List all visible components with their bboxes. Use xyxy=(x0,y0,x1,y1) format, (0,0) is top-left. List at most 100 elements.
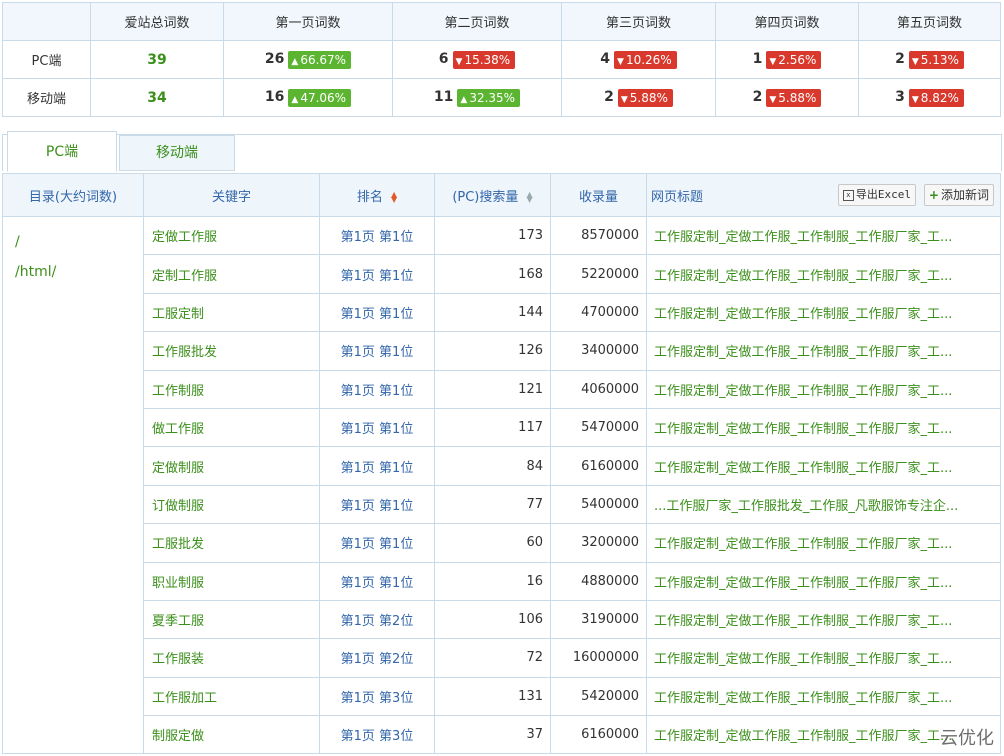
summary-header-row: 爱站总词数 第一页词数 第二页词数 第三页词数 第四页词数 第五页词数 xyxy=(2,2,1001,41)
summary-header-blank xyxy=(2,2,91,41)
table-row: 定做制服 第1页 第1位 84 6160000 工作服定制_定做工作服_工作制服_工作服… xyxy=(3,446,1001,486)
percent-value: 5.88% xyxy=(629,90,668,105)
title-cell[interactable]: 工作服定制_定做工作服_工作制服_工作服厂家_工... xyxy=(646,407,1001,448)
summary-page-cell: 6 ▼ 15.38% xyxy=(392,40,562,79)
rank-cell: 第1页 第1位 xyxy=(319,561,435,601)
summary-row: PC端 39 26 ▲ 66.67% 6 ▼ 15.38% 4 ▼ 10.26% 1 ▼ 2.56% 2 ▼ 5… xyxy=(2,40,1001,79)
indexed-cell: 3200000 xyxy=(550,523,647,563)
title-cell[interactable]: 工作服定制_定做工作服_工作制服_工作服厂家_工... xyxy=(646,638,1001,678)
keyword-cell[interactable]: 做工作服 xyxy=(143,407,320,448)
keyword-cell[interactable]: 工作服批发 xyxy=(143,331,320,371)
percent-badge: ▲ 66.67% xyxy=(288,50,352,69)
title-cell[interactable]: 工作服定制_定做工作服_工作制服_工作服厂家_工... xyxy=(646,254,1001,294)
indexed-cell: 5470000 xyxy=(550,407,647,448)
sort-icon[interactable]: ▲ ▼ xyxy=(527,191,533,204)
title-cell[interactable]: 工作服定制_定做工作服_工作制服_工作服厂家_工... xyxy=(646,599,1001,640)
title-cell[interactable]: 工作服定制_定做工作服_工作制服_工作服厂家_工... xyxy=(646,292,1001,333)
directory-link[interactable]: / xyxy=(3,227,143,257)
keyword-cell[interactable]: 定制工作服 xyxy=(143,254,320,294)
keyword-cell[interactable]: 定做制服 xyxy=(143,446,320,486)
table-row: 工作服加工 第1页 第3位 131 5420000 工作服定制_定做工作服_工作制服_工… xyxy=(3,676,1001,717)
percent-badge: ▼ 2.56% xyxy=(766,50,822,69)
volume-cell: 72 xyxy=(434,638,551,678)
arrow-down-icon: ▼ xyxy=(911,94,919,105)
indexed-cell: 8570000 xyxy=(550,215,647,256)
rank-cell: 第1页 第1位 xyxy=(319,523,435,563)
page-count: 6 xyxy=(438,51,449,67)
directory-link[interactable]: /html/ xyxy=(3,257,143,287)
keyword-cell[interactable]: 职业制服 xyxy=(143,561,320,601)
percent-value: 5.13% xyxy=(920,52,959,67)
keyword-cell[interactable]: 夏季工服 xyxy=(143,599,320,640)
keyword-cell[interactable]: 定做工作服 xyxy=(143,215,320,256)
title-cell[interactable]: 工作服定制_定做工作服_工作制服_工作服厂家_工... xyxy=(646,446,1001,486)
percent-badge: ▼ 5.88% xyxy=(617,88,673,107)
table-row: 工作制服 第1页 第1位 121 4060000 工作服定制_定做工作服_工作制服_工作… xyxy=(3,369,1001,409)
sort-icon[interactable]: ▲ ▼ xyxy=(391,191,397,204)
device-tabs: PC端 移动端 xyxy=(2,131,1002,172)
summary-header-page2: 第二页词数 xyxy=(392,2,562,41)
volume-cell: 168 xyxy=(434,254,551,294)
title-cell[interactable]: 工作服定制_定做工作服_工作制服_工作服厂家_工... xyxy=(646,676,1001,717)
keyword-cell[interactable]: 工作服装 xyxy=(143,638,320,678)
percent-badge: ▼ 10.26% xyxy=(614,50,677,69)
export-excel-button[interactable]: x 导出Excel xyxy=(837,184,916,206)
indexed-cell: 4880000 xyxy=(550,561,647,601)
indexed-cell: 5220000 xyxy=(550,254,647,294)
add-keyword-button[interactable]: + 添加新词 xyxy=(923,184,994,206)
arrow-down-icon: ▼ xyxy=(617,56,624,67)
title-cell[interactable]: 工作服定制_定做工作服_工作制服_工作服厂家_工... xyxy=(646,523,1001,563)
table-row: //html/定做工作服 第1页 第1位 173 8570000 工作服定制_定做工作服… xyxy=(2,215,1001,755)
summary-table: 爱站总词数 第一页词数 第二页词数 第三页词数 第四页词数 第五页词数 PC端 3… xyxy=(2,2,1001,117)
title-cell[interactable]: 工作服定制_定做工作服_工作制服_工作服厂家_工... xyxy=(646,331,1001,371)
page-count: 11 xyxy=(433,89,454,105)
title-cell[interactable]: 工作服定制_定做工作服_工作制服_工作服厂家_工... xyxy=(646,561,1001,601)
tab-mobile[interactable]: 移动端 xyxy=(119,135,235,171)
keyword-cell[interactable]: 工作制服 xyxy=(143,369,320,409)
summary-page-cell: 2 ▼ 5.88% xyxy=(561,78,716,117)
indexed-cell: 6160000 xyxy=(550,715,647,755)
page-count: 2 xyxy=(895,51,905,67)
header-title: 网页标题 x 导出Excel + 添加新词 xyxy=(646,173,1001,217)
volume-cell: 117 xyxy=(434,407,551,448)
keyword-table: 目录(大约词数) 关键字 排名 ▲ ▼ (PC)搜索量 ▲ ▼ 收录量 网页标题 x… xyxy=(2,173,1001,755)
summary-row-label: PC端 xyxy=(2,40,91,79)
keyword-cell[interactable]: 工服定制 xyxy=(143,292,320,333)
percent-value: 66.67% xyxy=(300,52,347,67)
table-row: 工作服装 第1页 第2位 72 16000000 工作服定制_定做工作服_工作制服_工作… xyxy=(3,638,1001,678)
volume-cell: 60 xyxy=(434,523,551,563)
volume-cell: 77 xyxy=(434,484,551,525)
arrow-up-icon: ▲ xyxy=(291,94,299,105)
arrow-down-icon: ▼ xyxy=(769,56,777,67)
arrow-down-icon: ▼ xyxy=(769,94,777,105)
page-count: 26 xyxy=(264,51,285,67)
page-count: 1 xyxy=(752,51,763,67)
header-volume-label: (PC)搜索量 xyxy=(452,189,519,205)
title-cell[interactable]: 工作服定制_定做工作服_工作制服_工作服厂家_工... xyxy=(646,369,1001,409)
percent-badge: ▼ 5.88% xyxy=(766,88,822,107)
title-cell[interactable]: ...工作服厂家_工作服批发_工作服_凡歌服饰专注企... xyxy=(646,484,1001,525)
keyword-cell[interactable]: 订做制服 xyxy=(143,484,320,525)
title-cell[interactable]: 工作服定制_定做工作服_工作制服_工作服厂家_工... xyxy=(646,215,1001,256)
arrow-down-icon: ▼ xyxy=(620,94,628,105)
keyword-cell[interactable]: 工作服加工 xyxy=(143,676,320,717)
keyword-cell[interactable]: 制服定做 xyxy=(143,715,320,755)
table-row: 夏季工服 第1页 第2位 106 3190000 工作服定制_定做工作服_工作制服_工作… xyxy=(3,599,1001,640)
summary-row: 移动端 34 16 ▲ 47.06% 11 ▲ 32.35% 2 ▼ 5.88% 2 ▼ 5.88% 3 ▼ 8… xyxy=(2,78,1001,117)
header-rank[interactable]: 排名 ▲ ▼ xyxy=(319,173,435,217)
volume-cell: 126 xyxy=(434,331,551,371)
percent-value: 8.82% xyxy=(920,90,959,105)
indexed-cell: 4060000 xyxy=(550,369,647,409)
arrow-up-icon: ▲ xyxy=(460,94,468,105)
header-volume[interactable]: (PC)搜索量 ▲ ▼ xyxy=(434,173,551,217)
arrow-down-icon: ▼ xyxy=(911,56,919,67)
table-row: 工服批发 第1页 第1位 60 3200000 工作服定制_定做工作服_工作制服_工作服… xyxy=(3,523,1001,563)
summary-header-total: 爱站总词数 xyxy=(90,2,224,41)
table-row: 做工作服 第1页 第1位 117 5470000 工作服定制_定做工作服_工作制服_工作… xyxy=(3,407,1001,448)
tab-pc[interactable]: PC端 xyxy=(7,131,117,172)
keyword-cell[interactable]: 工服批发 xyxy=(143,523,320,563)
rank-cell: 第1页 第2位 xyxy=(319,599,435,640)
rank-cell: 第1页 第1位 xyxy=(319,331,435,371)
export-excel-label: 导出Excel xyxy=(855,188,911,201)
watermark: 云优化 xyxy=(940,728,994,749)
